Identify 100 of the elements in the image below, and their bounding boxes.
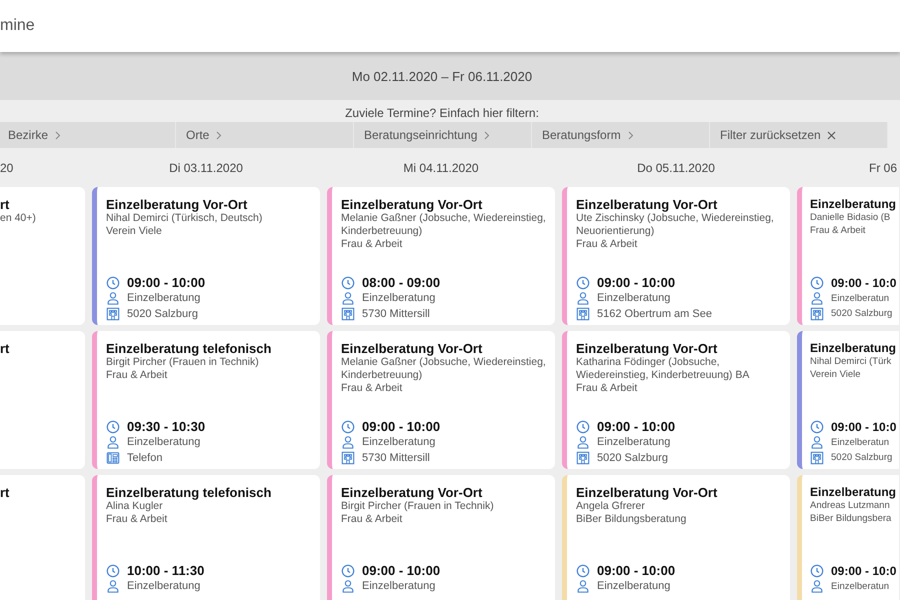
organization-name: Frau & Arbeit bbox=[576, 382, 638, 395]
appointment-time: 09:00 - 10:00 bbox=[362, 563, 440, 578]
day-header: Fr 06 bbox=[869, 160, 898, 174]
counselor-name: Birgit Pircher (Frauen in Technik) bbox=[106, 356, 259, 369]
appointment-title: Einzelberatung bbox=[810, 197, 896, 211]
appointment-card[interactable]: Einzelberatung Andreas Lutzmann BiBer Bildungsbera 09:00 - 10:0 Einzelberatun bbox=[797, 475, 899, 600]
organization-name: Verein Viele bbox=[810, 368, 861, 381]
organization-name: Frau & Arbeit bbox=[341, 238, 402, 251]
counselor-name: Birgit Pircher (Frauen in Technik) bbox=[341, 500, 494, 513]
counselor-name: Melanie Gaßner (Jobsuche, Wiedereinstieg, Kinderbetreuung) bbox=[341, 212, 547, 238]
person-icon bbox=[341, 579, 355, 594]
building-icon bbox=[576, 306, 590, 321]
appointment-card[interactable]: Einzelberatung Danielle Bidasio (B Frau & Arbeit 09:00 - 10:0 Einzelberatun 5020 Salzburg bbox=[797, 187, 899, 325]
appointment-card[interactable]: Einzelberatung telefonisch Birgit Pircher (Frauen in Technik) Frau & Arbeit 09:30 - 10:30 Einzelberatung Telefon bbox=[92, 331, 320, 469]
appointment-location: Telefon bbox=[127, 452, 162, 464]
appointment-title: Einzelberatung Vor-Ort bbox=[576, 197, 718, 212]
clock-icon bbox=[810, 564, 824, 578]
counselor-name: Melanie Gaßner (Jobsuche, Wiedereinstieg, Kinderbetreuung) bbox=[341, 356, 547, 382]
appointment-card[interactable]: Einzelberatung Vor-Ort Nihal Demirci (Türkisch, Deutsch) Verein Viele 09:00 - 10:00 Einzelberatung 5020 Salzburg bbox=[92, 187, 320, 325]
appointment-card[interactable]: Einzelberatung Vor-Ort Katharina Födinger (Jobsuche, Wiedereinstieg, Kinderbetreuung) BA Frau & Arbeit 09:00 - 10:00 Einzelberatung 5020 Salzburg bbox=[562, 331, 790, 469]
appointment-type: Einzelberatung bbox=[127, 580, 200, 592]
filter-prompt: Zuviele Termine? Einfach hier filtern: bbox=[345, 106, 539, 120]
appointment-card[interactable]: rt bbox=[0, 331, 85, 469]
clock-icon bbox=[341, 564, 355, 578]
appointment-time: 09:00 - 10:0 bbox=[831, 564, 896, 578]
appointment-type: Einzelberatung bbox=[597, 436, 670, 448]
organization-name: Frau & Arbeit bbox=[341, 513, 402, 526]
appointment-card[interactable]: Einzelberatung Vor-Ort Birgit Pircher (Frauen in Technik) Frau & Arbeit 09:00 - 10:00 Einzelberatung bbox=[327, 475, 555, 600]
appointment-card[interactable]: Einzelberatung Nihal Demirci (Türk Verein Viele 09:00 - 10:0 Einzelberatun 5020 Salzburg bbox=[797, 331, 899, 469]
appointment-card[interactable]: rt en 40+) bbox=[0, 187, 85, 325]
appointment-location: 5020 Salzburg bbox=[597, 452, 668, 464]
counselor-name: Danielle Bidasio (B bbox=[810, 211, 890, 224]
appointment-type: Einzelberatung bbox=[597, 292, 670, 304]
building-icon bbox=[810, 306, 824, 321]
appointment-time: 09:30 - 10:30 bbox=[127, 419, 206, 434]
chevron-icon bbox=[215, 130, 222, 140]
appointment-time: 09:00 - 10:00 bbox=[597, 275, 676, 290]
appointment-type: Einzelberatung bbox=[127, 436, 200, 448]
appointment-title: Einzelberatung Vor-Ort bbox=[106, 197, 248, 212]
chevron-icon bbox=[483, 130, 490, 140]
appointment-card[interactable]: Einzelberatung Vor-Ort Ute Zischinsky (Jobsuche, Wiedereinstieg, Neuorientierung) Frau & Arbeit 09:00 - 10:00 Einzelberatung 5162 Obertrum am See bbox=[562, 187, 790, 325]
appointment-type: Einzelberatun bbox=[831, 292, 890, 304]
person-icon bbox=[576, 291, 590, 306]
appointment-type: Einzelberatung bbox=[362, 580, 436, 592]
appointment-location: 5020 Salzburg bbox=[831, 308, 892, 320]
person-icon bbox=[810, 435, 824, 450]
person-icon bbox=[106, 291, 120, 306]
building-icon bbox=[810, 450, 824, 465]
appointment-time: 09:00 - 10:00 bbox=[597, 419, 676, 434]
appointment-title: rt bbox=[0, 197, 10, 212]
building-icon bbox=[106, 306, 120, 321]
appointment-type: Einzelberatung bbox=[597, 580, 670, 592]
appointment-time: 09:00 - 10:00 bbox=[362, 419, 440, 434]
appointment-title: Einzelberatung Vor-Ort bbox=[576, 341, 718, 356]
close-icon bbox=[826, 130, 836, 140]
person-icon bbox=[106, 435, 120, 450]
appointment-title: rt bbox=[0, 485, 10, 500]
appointment-card[interactable]: Einzelberatung telefonisch Alina Kugler Frau & Arbeit 10:00 - 11:30 Einzelberatung bbox=[92, 475, 320, 600]
organization-name: Frau & Arbeit bbox=[341, 382, 402, 395]
appointment-card[interactable]: Einzelberatung Vor-Ort Melanie Gaßner (Jobsuche, Wiedereinstieg, Kinderbetreuung) Frau & Arbeit 08:00 - 09:00 Einzelberatung 5730 Mittersill bbox=[327, 187, 555, 325]
appointment-type: Einzelberatung bbox=[362, 436, 436, 448]
appointment-title: Einzelberatung Vor-Ort bbox=[341, 341, 482, 356]
organization-name: Frau & Arbeit bbox=[576, 238, 638, 251]
page-title: mine bbox=[0, 17, 35, 35]
appointment-title: Einzelberatung telefonisch bbox=[106, 341, 272, 356]
organization-name: BiBer Bildungsberatung bbox=[576, 513, 686, 526]
appointment-time: 10:00 - 11:30 bbox=[127, 563, 204, 578]
person-icon bbox=[106, 579, 120, 594]
phone-icon bbox=[106, 450, 120, 465]
counselor-name: Katharina Födinger (Jobsuche, Wiedereinstieg, Kinderbetreuung) BA bbox=[576, 356, 750, 382]
building-icon bbox=[341, 450, 355, 465]
person-icon bbox=[341, 291, 355, 306]
clock-icon bbox=[341, 420, 355, 434]
counselor-name: en 40+) bbox=[0, 212, 36, 225]
appointment-title: Einzelberatung Vor-Ort bbox=[576, 485, 718, 500]
appointment-title: Einzelberatung Vor-Ort bbox=[341, 485, 482, 500]
organization-name: Frau & Arbeit bbox=[810, 224, 866, 237]
counselor-name: Nihal Demirci (Türk bbox=[810, 355, 892, 368]
counselor-name: Nihal Demirci (Türkisch, Deutsch) bbox=[106, 212, 262, 225]
appointment-time: 09:00 - 10:00 bbox=[597, 563, 676, 578]
building-icon bbox=[341, 306, 355, 321]
appointment-card[interactable]: Einzelberatung Vor-Ort Melanie Gaßner (Jobsuche, Wiedereinstieg, Kinderbetreuung) Frau & Arbeit 09:00 - 10:00 Einzelberatung 5730 Mittersill bbox=[327, 331, 555, 469]
day-header: Di 03.11.2020 bbox=[169, 160, 243, 174]
appointment-card[interactable]: rt bbox=[0, 475, 85, 600]
clock-icon bbox=[106, 564, 120, 578]
appointment-title: rt bbox=[0, 341, 10, 356]
clock-icon bbox=[576, 564, 590, 578]
appointment-type: Einzelberatun bbox=[831, 436, 890, 448]
appointment-location: 5020 Salzburg bbox=[127, 308, 198, 320]
counselor-name: Alina Kugler bbox=[106, 500, 163, 513]
chevron-icon bbox=[626, 130, 634, 140]
appointment-location: 5730 Mittersill bbox=[362, 308, 430, 320]
clock-icon bbox=[106, 420, 120, 434]
person-icon bbox=[810, 579, 824, 594]
appointment-time: 09:00 - 10:0 bbox=[831, 276, 896, 290]
organization-name: Frau & Arbeit bbox=[106, 513, 168, 526]
clock-icon bbox=[576, 420, 590, 434]
appointment-title: Einzelberatung telefonisch bbox=[106, 485, 272, 500]
appointment-card[interactable]: Einzelberatung Vor-Ort Angela Gfrerer BiBer Bildungsberatung 09:00 - 10:00 Einzelberatung bbox=[562, 475, 790, 600]
building-icon bbox=[576, 450, 590, 465]
